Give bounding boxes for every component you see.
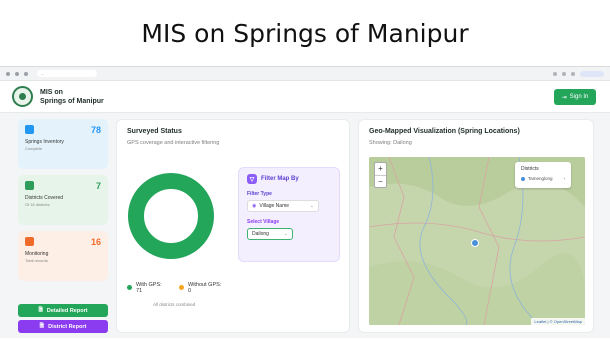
brand-line-2: Springs of Manipur — [40, 98, 104, 105]
stat-sub: Of 16 districts — [25, 202, 50, 207]
map-title: Geo-Mapped Visualization (Spring Locatio… — [369, 128, 520, 135]
village-value: Dailong — [252, 231, 269, 237]
legend-with-gps: With GPS: 71 — [127, 282, 162, 294]
district-report-button[interactable]: 🗎 District Report — [18, 320, 108, 333]
extension-icon[interactable] — [562, 71, 566, 76]
app-header: MIS on Springs of Manipur ⇥ Sign In — [0, 81, 610, 113]
monitor-icon — [25, 237, 34, 246]
browser-window: ... MIS on Springs of Manipur ⇥ Sign In … — [0, 66, 610, 338]
without-gps-label: Without GPS: — [188, 282, 222, 288]
select-village-label: Select Village — [247, 219, 280, 225]
stat-value: 7 — [95, 181, 101, 191]
donut-with-gps-segment — [128, 173, 214, 259]
profile-button[interactable] — [580, 70, 604, 77]
legend-title: Districts — [521, 166, 539, 172]
stat-value: 16 — [90, 237, 101, 247]
legend-district: Tamenglong — [528, 176, 553, 181]
filter-heading: Filter Map By — [261, 176, 299, 182]
district-report-label: District Report — [48, 323, 87, 330]
sign-in-label: Sign In — [569, 94, 589, 100]
app-brand: MIS on Springs of Manipur — [40, 88, 104, 106]
stat-card-springs: 78 Springs Inventory Complete — [18, 119, 108, 169]
filter-panel: ▽ Filter Map By Filter Type ◉ Village Na… — [238, 167, 340, 262]
surveyed-footnote: All districts combined — [153, 302, 196, 307]
chevron-right-icon: › — [563, 176, 566, 181]
app-logo — [12, 86, 33, 107]
filter-type-value: Village Name — [259, 203, 290, 209]
detailed-report-label: Detailed Report — [46, 307, 88, 314]
back-icon[interactable] — [6, 71, 10, 76]
reload-icon[interactable] — [24, 71, 28, 76]
stat-card-monitoring: 16 Monitoring Total records — [18, 231, 108, 281]
district-legend[interactable]: Districts Tamenglong › — [515, 162, 571, 188]
chevron-down-icon: ⌄ — [309, 203, 314, 209]
pin-icon: ◉ — [252, 203, 257, 209]
map-card: Geo-Mapped Visualization (Spring Locatio… — [358, 119, 594, 333]
stat-label: Monitoring — [25, 251, 49, 257]
village-select[interactable]: Dailong ⌄ — [247, 228, 293, 240]
spring-location-map[interactable]: + − Districts Tamenglong › Leaflet | © O… — [369, 157, 585, 325]
map-pin-icon — [25, 181, 34, 190]
address-bar[interactable]: ... — [37, 70, 97, 77]
map-showing: Showing: Dailong — [369, 140, 412, 146]
document-icon: 🗎 — [39, 323, 45, 329]
extension-icon[interactable] — [571, 71, 575, 76]
filter-type-label: Filter Type — [247, 191, 272, 197]
surveyed-title: Surveyed Status — [127, 128, 182, 135]
chevron-down-icon: ⌄ — [283, 231, 288, 237]
extension-icon[interactable] — [553, 71, 557, 76]
map-attribution[interactable]: Leaflet | © OpenStreetMap — [531, 318, 585, 325]
funnel-icon: ▽ — [247, 174, 257, 184]
stat-sub: Total records — [25, 258, 48, 263]
surveyed-desc: GPS coverage and interactive filtering — [127, 140, 220, 146]
district-dot-icon — [521, 176, 525, 181]
zoom-in-button[interactable]: + — [375, 163, 386, 175]
orange-dot-icon — [179, 285, 184, 290]
filter-type-select[interactable]: ◉ Village Name ⌄ — [247, 200, 319, 212]
forward-icon[interactable] — [15, 71, 19, 76]
gps-donut-chart — [128, 173, 214, 259]
without-gps-value: 0 — [188, 288, 192, 294]
stat-sub: Complete — [25, 146, 43, 151]
dashboard-content: 78 Springs Inventory Complete 7 District… — [0, 117, 610, 339]
stat-value: 78 — [90, 125, 101, 135]
browser-toolbar: ... — [0, 67, 610, 81]
brand-line-1: MIS on — [40, 89, 63, 96]
zoom-control: + − — [374, 162, 387, 188]
detailed-report-button[interactable]: 🗎 Detailed Report — [18, 304, 108, 317]
login-icon: ⇥ — [561, 94, 567, 101]
water-icon — [25, 125, 34, 134]
slide-title: MIS on Springs of Manipur — [141, 18, 469, 48]
stat-label: Districts Covered — [25, 195, 64, 201]
green-dot-icon — [127, 285, 132, 290]
legend-without-gps: Without GPS: 0 — [179, 282, 221, 294]
stat-label: Springs Inventory — [25, 139, 64, 145]
document-icon: 🗎 — [38, 307, 43, 313]
spring-marker[interactable] — [471, 239, 479, 247]
with-gps-value: 71 — [136, 288, 143, 294]
sign-in-button[interactable]: ⇥ Sign In — [554, 89, 596, 105]
stat-card-districts: 7 Districts Covered Of 16 districts — [18, 175, 108, 225]
zoom-out-button[interactable]: − — [375, 175, 386, 187]
surveyed-status-card: Surveyed Status GPS coverage and interac… — [116, 119, 350, 333]
